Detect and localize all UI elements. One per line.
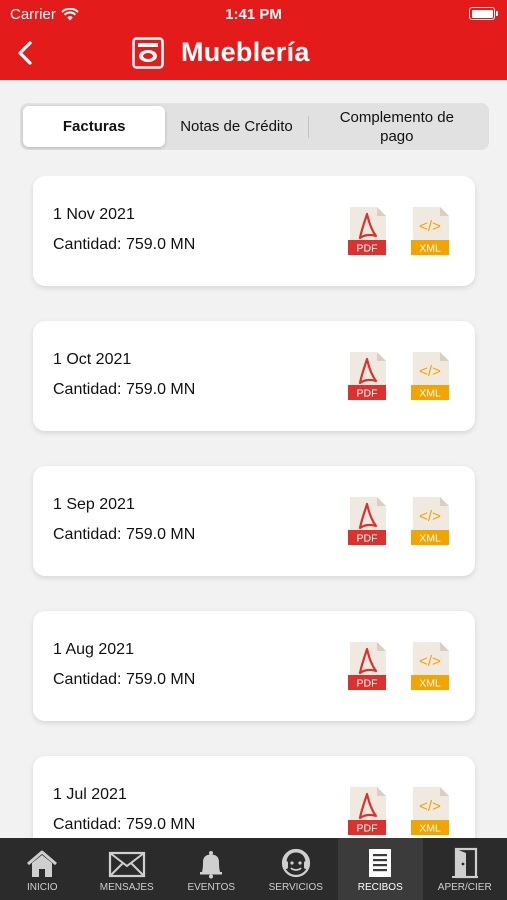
bottom-tab-recibos[interactable]: RECIBOS [338,838,423,900]
svg-text:PDF: PDF [357,243,378,255]
bottom-tab-label: SERVICIOS [268,882,323,893]
pdf-download-icon[interactable]: PDF [348,641,388,691]
page-title: Mueblería [181,37,310,67]
document-card: 1 Aug 2021 Cantidad: 759.0 MN PDF </> XM… [33,611,475,721]
support-agent-icon [281,848,310,878]
document-amount: Cantidad: 759.0 MN [53,526,196,543]
store-logo-icon [132,37,164,69]
app-header: Carrier 1:41 PM Mueblería [0,0,507,80]
svg-text:XML: XML [419,243,441,255]
pdf-download-icon[interactable]: PDF [348,206,388,256]
bottom-tab-aper-cier[interactable]: APER/CIER [423,838,507,900]
xml-download-icon[interactable]: </> XML [411,206,451,256]
bottom-tab-bar: INICIO MENSAJES EVENTOS SERVICIOS RECIBO… [0,838,507,900]
bottom-tab-label: RECIBOS [357,882,403,893]
svg-text:</>: </> [419,798,441,815]
svg-text:</>: </> [419,218,441,235]
svg-text:PDF: PDF [357,388,378,400]
svg-text:XML: XML [419,678,441,690]
bottom-tab-mensajes[interactable]: MENSAJES [85,838,170,900]
svg-text:XML: XML [419,533,441,545]
svg-text:</>: </> [419,653,441,670]
svg-text:XML: XML [419,823,441,835]
battery-icon [469,7,498,20]
envelope-icon [108,851,145,878]
back-chevron-icon[interactable] [12,38,40,68]
pdf-download-icon[interactable]: PDF [348,496,388,546]
svg-text:PDF: PDF [357,533,378,545]
bottom-tab-label: MENSAJES [99,882,154,893]
bell-icon [200,851,223,879]
xml-download-icon[interactable]: </> XML [411,351,451,401]
svg-text:</>: </> [419,508,441,525]
svg-text:PDF: PDF [357,678,378,690]
bottom-tab-label: INICIO [26,882,58,893]
document-date: 1 Nov 2021 [53,206,135,223]
status-time: 1:41 PM [225,6,282,23]
document-amount: Cantidad: 759.0 MN [53,816,196,833]
svg-text:XML: XML [419,388,441,400]
document-date: 1 Jul 2021 [53,786,127,803]
document-card: 1 Jul 2021 Cantidad: 759.0 MN PDF </> XM… [33,756,475,838]
receipt-icon [369,849,392,877]
tab-complemento-de-pago[interactable]: Complemento de pago [307,106,486,147]
pdf-download-icon[interactable]: PDF [348,351,388,401]
bottom-tab-eventos[interactable]: EVENTOS [169,838,254,900]
xml-download-icon[interactable]: </> XML [411,496,451,546]
xml-download-icon[interactable]: </> XML [411,786,451,836]
document-amount: Cantidad: 759.0 MN [53,236,196,253]
document-date: 1 Oct 2021 [53,351,132,368]
svg-text:PDF: PDF [357,823,378,835]
bottom-tab-inicio[interactable]: INICIO [0,838,85,900]
document-type-tabs: Facturas Notas de Crédito Complemento de… [20,103,489,150]
document-list[interactable]: 1 Nov 2021 Cantidad: 759.0 MN PDF </> XM… [0,176,507,838]
bottom-tab-label: APER/CIER [437,882,492,893]
document-card: 1 Oct 2021 Cantidad: 759.0 MN PDF </> XM… [33,321,475,431]
document-card: 1 Sep 2021 Cantidad: 759.0 MN PDF </> XM… [33,466,475,576]
document-date: 1 Sep 2021 [53,496,135,513]
tab-notas-de-credito[interactable]: Notas de Crédito [165,106,307,147]
svg-text:</>: </> [419,363,441,380]
document-amount: Cantidad: 759.0 MN [53,671,196,688]
tab-facturas[interactable]: Facturas [23,106,166,147]
bottom-tab-servicios[interactable]: SERVICIOS [254,838,339,900]
navigation-bar: Mueblería [0,28,507,80]
door-icon [451,847,478,879]
home-icon [27,850,58,877]
xml-download-icon[interactable]: </> XML [411,641,451,691]
pdf-download-icon[interactable]: PDF [348,786,388,836]
document-card: 1 Nov 2021 Cantidad: 759.0 MN PDF </> XM… [33,176,475,286]
bottom-tab-label: EVENTOS [187,882,236,893]
document-amount: Cantidad: 759.0 MN [53,381,196,398]
document-date: 1 Aug 2021 [53,641,134,658]
status-bar: Carrier 1:41 PM [0,0,507,28]
